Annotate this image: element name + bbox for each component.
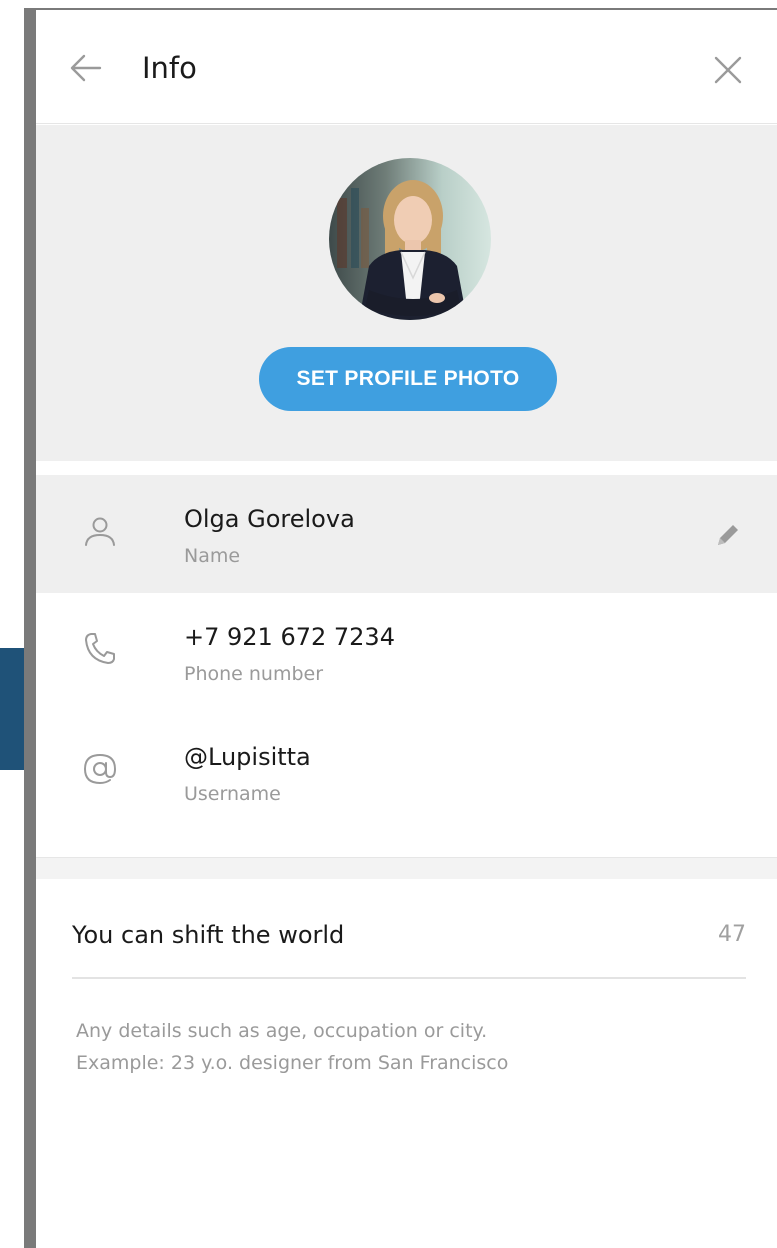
phone-icon [85,633,115,664]
at-icon [83,753,117,785]
arrow-left-icon[interactable] [68,50,104,86]
panel-header: Info [36,10,777,124]
phone-value: +7 921 672 7234 [184,623,395,651]
backdrop-left-strip [0,0,24,1248]
avatar[interactable] [329,158,491,320]
pencil-icon[interactable] [712,519,744,551]
bio-char-counter: 47 [718,922,746,947]
page-title: Info [142,51,197,85]
info-row-username[interactable]: @Lupisitta Username [36,713,777,831]
avatar-photo [329,158,491,320]
panel-left-border [24,10,36,1248]
bio-input[interactable]: You can shift the world [72,919,344,951]
username-label: Username [184,783,281,805]
username-value: @Lupisitta [184,743,311,771]
set-profile-photo-button[interactable]: SET PROFILE PHOTO [259,347,557,411]
section-divider [36,857,777,879]
info-row-name[interactable]: Olga Gorelova Name [36,475,777,593]
bio-hint: Any details such as age, occupation or c… [76,1015,736,1079]
close-icon[interactable] [712,54,744,86]
phone-label: Phone number [184,663,324,685]
backdrop-accent-strip [0,648,24,770]
bio-hint-line: Any details such as age, occupation or c… [76,1020,488,1042]
bio-input-underline [72,977,746,979]
bio-section: You can shift the world 47 Any details s… [36,879,777,1248]
name-value: Olga Gorelova [184,505,355,533]
info-row-phone[interactable]: +7 921 672 7234 Phone number [36,593,777,711]
info-panel: Info SET PROFILE PHOTO Olga Gorelova Nam… [36,10,777,1248]
user-icon [85,517,115,546]
section-gap [36,461,777,475]
name-label: Name [184,545,241,567]
bio-hint-line: Example: 23 y.o. designer from San Franc… [76,1052,509,1074]
profile-photo-section: SET PROFILE PHOTO [36,125,777,461]
